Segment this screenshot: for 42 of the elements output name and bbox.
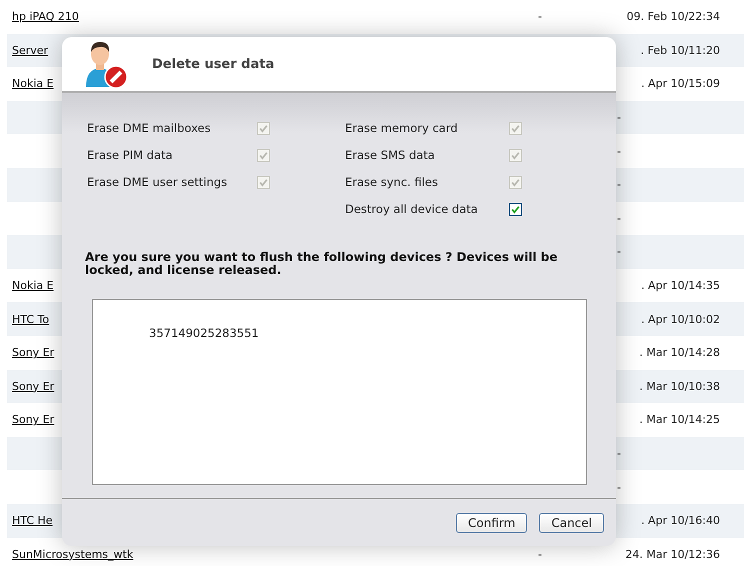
option-label: Erase DME mailboxes bbox=[87, 121, 212, 136]
device-link[interactable]: Nokia E bbox=[12, 279, 54, 292]
sync-time: . Apr 10/14:35 bbox=[641, 279, 720, 292]
checkbox[interactable] bbox=[509, 202, 522, 216]
sync-time: . Apr 10/16:40 bbox=[641, 514, 720, 528]
device-link[interactable]: Server bbox=[12, 44, 48, 57]
dialog-button[interactable]: Confirm bbox=[456, 512, 528, 533]
sync-time: - bbox=[617, 212, 621, 225]
option-label: Erase memory card bbox=[345, 121, 459, 136]
dialog-title: Delete user data bbox=[152, 56, 274, 72]
table-cell: - bbox=[538, 10, 542, 24]
device-link[interactable]: Sony Er bbox=[12, 346, 54, 360]
sync-time: - bbox=[617, 480, 621, 494]
device-link[interactable]: hp iPAQ 210 bbox=[12, 10, 79, 24]
sync-time: . Mar 10/14:28 bbox=[639, 346, 720, 360]
sync-time: - bbox=[617, 144, 621, 158]
sync-time: - bbox=[617, 111, 621, 124]
confirmation-question: Are you sure you want to flush the following devices ? Devices will be locked, and license released. bbox=[85, 251, 558, 278]
device-link[interactable]: HTC To bbox=[12, 312, 50, 326]
sync-time: . Mar 10/10:38 bbox=[639, 380, 720, 393]
table-cell: - bbox=[538, 548, 542, 561]
option-label: Erase sync. files bbox=[345, 175, 439, 190]
option-label: Erase SMS data bbox=[345, 148, 436, 162]
device-link[interactable]: HTC He bbox=[12, 514, 53, 528]
sync-time: - bbox=[617, 178, 621, 192]
device-id: 357149025283551 bbox=[149, 326, 260, 340]
device-link[interactable]: SunMicrosystems_wtk bbox=[12, 548, 134, 561]
sync-time: 09. Feb 10/22:34 bbox=[626, 10, 720, 24]
sync-time: 24. Mar 10/12:36 bbox=[625, 548, 720, 561]
device-link[interactable]: Sony Er bbox=[12, 380, 54, 393]
sync-time: . Apr 10/10:02 bbox=[641, 312, 720, 326]
sync-time: . Feb 10/11:20 bbox=[640, 44, 720, 57]
sync-time: - bbox=[617, 245, 621, 258]
option-label: Erase DME user settings bbox=[87, 175, 228, 190]
device-link[interactable]: Sony Er bbox=[12, 413, 54, 426]
option-label: Erase PIM data bbox=[87, 148, 174, 162]
device-link[interactable]: Nokia E bbox=[12, 77, 54, 90]
sync-time: . Mar 10/14:25 bbox=[639, 413, 720, 426]
sync-time: . Apr 10/15:09 bbox=[641, 77, 720, 90]
sync-time: - bbox=[617, 447, 621, 460]
dialog-button[interactable]: Cancel bbox=[539, 512, 604, 533]
option-label: Destroy all device data bbox=[345, 202, 479, 216]
